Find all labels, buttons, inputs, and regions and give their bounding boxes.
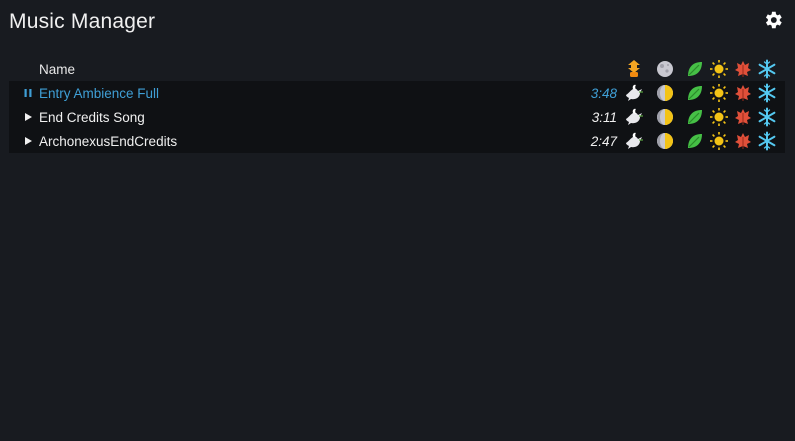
play-icon[interactable] bbox=[21, 105, 35, 129]
winter-snowflake-icon[interactable] bbox=[757, 59, 777, 79]
winter-snowflake-icon[interactable] bbox=[757, 107, 777, 127]
peace-dove-icon[interactable] bbox=[624, 131, 644, 151]
spring-leaf-icon[interactable] bbox=[685, 131, 705, 151]
track-duration: 3:48 bbox=[590, 85, 617, 101]
column-header-name[interactable]: Name bbox=[39, 62, 75, 77]
play-icon[interactable] bbox=[21, 129, 35, 153]
track-duration: 2:47 bbox=[590, 133, 617, 149]
peace-dove-icon[interactable] bbox=[624, 83, 644, 103]
fall-leaf-icon[interactable] bbox=[733, 131, 753, 151]
track-name: End Credits Song bbox=[39, 109, 145, 125]
table-row[interactable]: ArchonexusEndCredits 2:47 bbox=[9, 129, 785, 153]
spring-leaf-icon[interactable] bbox=[685, 107, 705, 127]
gear-icon[interactable] bbox=[762, 9, 784, 31]
table-row[interactable]: Entry Ambience Full 3:48 bbox=[9, 81, 785, 105]
summer-sun-icon[interactable] bbox=[709, 131, 729, 151]
table-row[interactable]: End Credits Song 3:11 bbox=[9, 105, 785, 129]
track-name: Entry Ambience Full bbox=[39, 85, 160, 101]
fall-leaf-icon[interactable] bbox=[733, 83, 753, 103]
track-table: Name Entry Ambience Full 3:48 End Credit… bbox=[9, 57, 785, 153]
spring-leaf-icon[interactable] bbox=[685, 59, 705, 79]
winter-snowflake-icon[interactable] bbox=[757, 131, 777, 151]
summer-sun-icon[interactable] bbox=[709, 59, 729, 79]
fall-leaf-icon[interactable] bbox=[733, 107, 753, 127]
summer-sun-icon[interactable] bbox=[709, 83, 729, 103]
summer-sun-icon[interactable] bbox=[709, 107, 729, 127]
track-duration: 3:11 bbox=[591, 109, 617, 125]
table-header: Name bbox=[9, 57, 785, 81]
day-night-icon[interactable] bbox=[655, 107, 675, 127]
day-night-icon[interactable] bbox=[655, 83, 675, 103]
track-name: ArchonexusEndCredits bbox=[39, 133, 178, 149]
peace-dove-icon[interactable] bbox=[624, 107, 644, 127]
pause-icon[interactable] bbox=[21, 81, 35, 105]
day-night-icon[interactable] bbox=[655, 131, 675, 151]
winter-snowflake-icon[interactable] bbox=[757, 83, 777, 103]
page-title: Music Manager bbox=[9, 10, 156, 33]
moon-icon[interactable] bbox=[655, 59, 675, 79]
fall-leaf-icon[interactable] bbox=[733, 59, 753, 79]
spring-leaf-icon[interactable] bbox=[685, 83, 705, 103]
danger-fist-icon[interactable] bbox=[624, 59, 644, 79]
